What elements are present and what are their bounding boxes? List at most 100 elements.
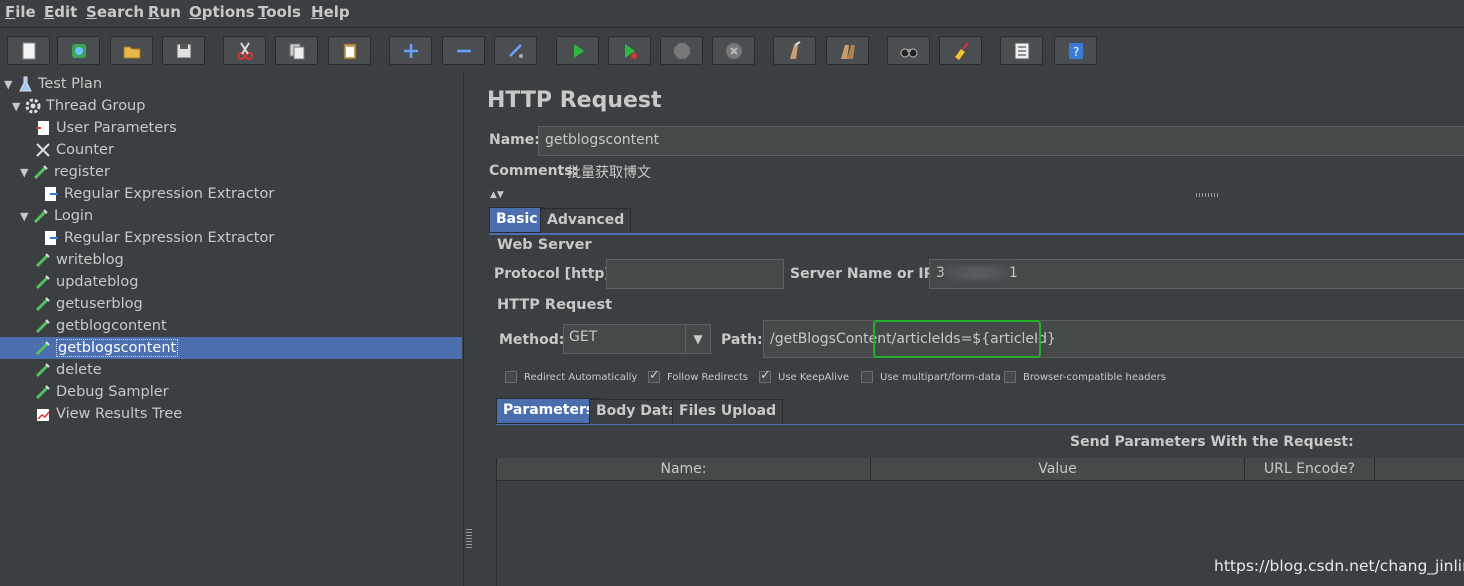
save-button[interactable] (162, 36, 205, 65)
tree-item-delete[interactable]: delete (22, 359, 102, 381)
cut-button[interactable] (223, 36, 266, 65)
split-pane-divider[interactable] (463, 72, 477, 586)
sampler-pipette-icon (35, 275, 50, 290)
tree-item-getblogcontent[interactable]: getblogcontent (22, 315, 167, 337)
checkbox-box[interactable] (759, 368, 771, 383)
column-header-value[interactable]: Value (871, 458, 1245, 480)
templates-icon (71, 43, 86, 58)
expand-button[interactable] (389, 36, 432, 65)
tree-item-test-plan[interactable]: ▼ Test Plan (4, 73, 102, 95)
search-icon (900, 48, 917, 57)
path-field[interactable]: /getBlogsContent/articleIds=${articleId} (763, 320, 1464, 358)
checkbox-box[interactable] (648, 368, 660, 383)
column-header-name[interactable]: Name: (497, 458, 871, 480)
expanded-toggle-icon[interactable]: ▼ (20, 166, 32, 179)
stop-icon (673, 42, 690, 59)
start-icon (573, 43, 584, 58)
page-title: HTTP Request (487, 88, 662, 113)
tree-item-getblogscontent[interactable]: getblogscontent (0, 337, 462, 359)
protocol-field[interactable] (606, 259, 784, 289)
tree-item-login[interactable]: ▼ Login (20, 205, 93, 227)
start-no-pauses-button[interactable] (608, 36, 651, 65)
paste-icon (343, 43, 356, 59)
expanded-toggle-icon[interactable]: ▼ (12, 100, 24, 113)
tab-body-data[interactable]: Body Data (589, 399, 685, 425)
paste-button[interactable] (328, 36, 371, 65)
document-arrow-icon (45, 231, 58, 245)
function-helper-button[interactable] (1000, 36, 1043, 65)
menu-file[interactable]: File (5, 3, 36, 21)
use-multipart-checkbox[interactable]: Use multipart/form-data (861, 371, 1001, 383)
expand-icon (403, 43, 418, 58)
start-no-pauses-icon (624, 43, 637, 59)
server-name-field[interactable]: 31 (929, 259, 1464, 289)
tree-item-getuserblog[interactable]: getuserblog (22, 293, 143, 315)
comments-field[interactable]: 批量获取博文 (567, 162, 651, 182)
follow-redirects-checkbox[interactable]: Follow Redirects (648, 368, 748, 383)
column-header-url-encode[interactable]: URL Encode? (1245, 458, 1375, 480)
start-button[interactable] (556, 36, 599, 65)
tree-item-debug-sampler[interactable]: Debug Sampler (22, 381, 169, 403)
name-label: Name: (489, 132, 540, 148)
toggle-icon (508, 43, 523, 58)
tree-item-updateblog[interactable]: updateblog (22, 271, 138, 293)
server-name-prefix: 3 (936, 265, 945, 281)
tools-icon (36, 143, 50, 157)
function-helper-icon (1014, 42, 1029, 59)
templates-button[interactable] (57, 36, 100, 65)
test-plan-tree: ▼ Test Plan ▼ Thread Group User Parameters… (0, 72, 462, 586)
expanded-toggle-icon[interactable]: ▼ (20, 210, 32, 223)
browser-compatible-headers-checkbox[interactable]: Browser-compatible headers (1004, 371, 1166, 383)
copy-icon (289, 43, 304, 59)
highlight-box (873, 320, 1041, 358)
search-button[interactable] (887, 36, 930, 65)
tab-basic[interactable]: Basic (489, 207, 545, 233)
open-button[interactable] (110, 36, 153, 65)
menu-run[interactable]: Run (148, 3, 181, 21)
collapse-button[interactable] (442, 36, 485, 65)
tree-item-regex-extractor-2[interactable]: Regular Expression Extractor (30, 227, 274, 249)
clear-button[interactable] (773, 36, 816, 65)
tree-item-writeblog[interactable]: writeblog (22, 249, 124, 271)
reset-search-icon (954, 41, 969, 60)
checkbox-box[interactable] (1004, 371, 1016, 383)
sampler-pipette-icon (33, 209, 48, 224)
tree-item-counter[interactable]: Counter (22, 139, 114, 161)
document-icon (36, 121, 49, 135)
menubar: File Edit Search Run Options Tools Help (0, 0, 1464, 27)
collapse-arrows-icon[interactable]: ▲▼ (490, 190, 504, 200)
tab-parameters[interactable]: Parameters (496, 398, 602, 424)
tree-item-thread-group[interactable]: ▼ Thread Group (12, 95, 145, 117)
copy-button[interactable] (275, 36, 318, 65)
menu-edit[interactable]: Edit (44, 3, 77, 21)
tree-item-regex-extractor-1[interactable]: Regular Expression Extractor (30, 183, 274, 205)
expanded-toggle-icon[interactable]: ▼ (4, 78, 16, 91)
toggle-button[interactable] (494, 36, 537, 65)
server-name-suffix: 1 (1008, 265, 1018, 281)
tab-files-upload[interactable]: Files Upload (672, 399, 784, 425)
tree-item-view-results-tree[interactable]: View Results Tree (22, 403, 182, 425)
drag-grip-icon[interactable] (1196, 193, 1218, 197)
name-field[interactable]: getblogscontent (538, 126, 1464, 156)
menu-help[interactable]: Help (311, 3, 350, 21)
params-title: Send Parameters With the Request: (1070, 434, 1354, 450)
reset-search-button[interactable] (939, 36, 982, 65)
stop-button[interactable] (660, 36, 703, 65)
clear-all-button[interactable] (826, 36, 869, 65)
test-plan-icon (19, 76, 32, 92)
method-select[interactable]: GET ▼ (563, 324, 711, 354)
checkbox-box[interactable] (861, 371, 873, 383)
shutdown-button[interactable] (712, 36, 755, 65)
use-keepalive-checkbox[interactable]: Use KeepAlive (759, 368, 849, 383)
help-button[interactable]: ? (1054, 36, 1097, 65)
tree-item-user-parameters[interactable]: User Parameters (22, 117, 177, 139)
new-button[interactable] (7, 36, 50, 65)
chevron-down-icon[interactable]: ▼ (685, 325, 710, 353)
menu-search[interactable]: Search (86, 3, 144, 21)
redirect-automatically-checkbox[interactable]: Redirect Automatically (505, 371, 637, 383)
menu-tools[interactable]: Tools (258, 3, 301, 21)
tab-advanced[interactable]: Advanced (540, 208, 632, 234)
tree-item-register[interactable]: ▼ register (20, 161, 110, 183)
checkbox-box[interactable] (505, 371, 517, 383)
menu-options[interactable]: Options (189, 3, 255, 21)
